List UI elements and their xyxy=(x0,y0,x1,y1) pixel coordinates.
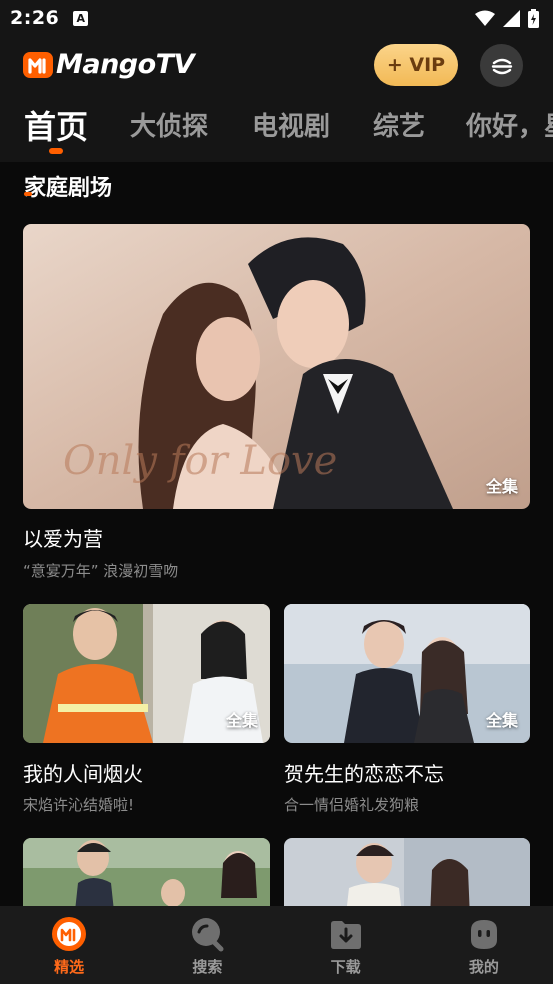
show-title[interactable]: 贺先生的恋恋不忘 xyxy=(284,758,444,787)
signal-icon xyxy=(503,9,520,27)
app-header: MangoTV + VIP xyxy=(0,36,553,96)
mangotv-logo-icon xyxy=(23,52,53,78)
category-tabs: 首页 大侦探 电视剧 综艺 你好，星期六 xyxy=(0,96,553,162)
show-poster[interactable]: 全集 xyxy=(284,604,530,743)
channel-menu-button[interactable] xyxy=(480,44,523,87)
show-badge: 全集 xyxy=(485,711,518,730)
download-icon xyxy=(330,921,361,949)
show-subtitle: 宋焰许沁结婚啦! xyxy=(23,796,135,814)
show-poster-partial[interactable] xyxy=(23,838,270,906)
featured-subtitle: “意宴万年” 浪漫初雪吻 xyxy=(23,562,179,580)
poster-script-text: Only for Love xyxy=(63,438,337,484)
wifi-icon xyxy=(475,10,495,26)
show-title[interactable]: 我的人间烟火 xyxy=(23,758,143,787)
nav-label: 我的 xyxy=(468,958,499,976)
status-time: 2:26 xyxy=(10,7,60,29)
featured-title[interactable]: 以爱为营 xyxy=(23,523,103,552)
show-card[interactable]: 全集 贺先生的恋恋不忘 合一情侣婚礼发狗粮 xyxy=(284,604,530,824)
status-bar: 2:26 A xyxy=(0,0,553,36)
section-accent xyxy=(24,192,32,196)
nav-download[interactable]: 下载 xyxy=(277,906,415,984)
nav-label: 下载 xyxy=(330,958,361,976)
bottom-navigation: 精选 搜索 下载 我的 xyxy=(0,906,553,984)
featured-card[interactable]: Only for Love 全集 以爱为营 “意宴万年” 浪漫初雪吻 xyxy=(23,224,530,584)
show-badge: 全集 xyxy=(225,711,258,730)
tab-tv-series[interactable]: 电视剧 xyxy=(252,106,330,143)
nav-label: 精选 xyxy=(54,958,85,976)
status-icons xyxy=(475,8,539,28)
notification-a-icon: A xyxy=(73,10,89,26)
mango-home-icon xyxy=(52,917,87,951)
battery-icon xyxy=(528,8,539,28)
logo-text: MangoTV xyxy=(56,48,195,80)
mangotv-logo[interactable]: MangoTV xyxy=(22,48,195,80)
show-poster-image xyxy=(284,838,530,906)
featured-badge: 全集 xyxy=(485,477,518,496)
nav-label: 搜索 xyxy=(192,958,223,976)
tab-home[interactable]: 首页 xyxy=(24,102,88,148)
show-card[interactable]: 全集 我的人间烟火 宋焰许沁结婚啦! xyxy=(23,604,270,824)
nav-search[interactable]: 搜索 xyxy=(138,906,276,984)
show-poster-image xyxy=(23,838,270,906)
nav-featured[interactable]: 精选 xyxy=(0,906,138,984)
vip-button[interactable]: + VIP xyxy=(374,44,458,86)
section-title: 家庭剧场 xyxy=(24,176,113,201)
featured-poster[interactable]: Only for Love 全集 xyxy=(23,224,530,509)
show-subtitle: 合一情侣婚礼发狗粮 xyxy=(284,796,420,814)
search-icon xyxy=(192,918,224,952)
show-poster-partial[interactable] xyxy=(284,838,530,906)
profile-icon xyxy=(470,920,497,949)
show-poster[interactable]: 全集 xyxy=(23,604,270,743)
tab-variety[interactable]: 综艺 xyxy=(373,106,425,143)
active-tab-indicator xyxy=(49,148,63,154)
nav-profile[interactable]: 我的 xyxy=(415,906,553,984)
feed-content[interactable]: 家庭剧场 Only for Love 全集 以爱为营 “意宴万年” 浪漫初雪吻 … xyxy=(0,162,553,906)
tab-detective[interactable]: 大侦探 xyxy=(130,106,208,143)
featured-poster-image: Only for Love xyxy=(23,224,530,509)
tab-hello-saturday[interactable]: 你好，星期六 xyxy=(466,106,553,143)
channel-menu-icon xyxy=(491,58,512,74)
